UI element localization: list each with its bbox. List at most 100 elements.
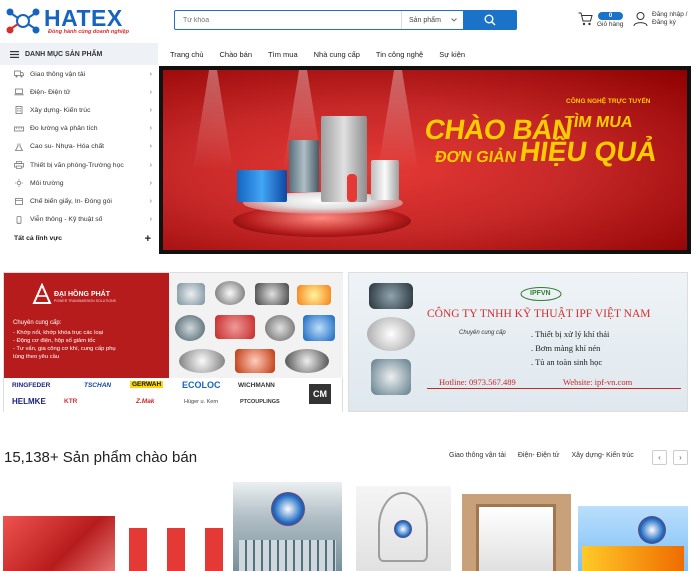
sidebar-item-label: Chế biến giấy, In- Đóng gói xyxy=(30,197,112,205)
nav-tech-news[interactable]: Tin công nghệ xyxy=(376,50,423,59)
coupling-image xyxy=(179,349,225,373)
product-image xyxy=(117,528,228,571)
products-tab-electronics[interactable]: Điện- Điện tử xyxy=(518,452,560,459)
chevron-right-icon: › xyxy=(149,179,152,187)
chevron-down-icon xyxy=(451,18,457,22)
product-image xyxy=(394,520,412,538)
brand-logo: KTR xyxy=(64,398,78,405)
spotlight-decoration xyxy=(193,70,233,170)
hero-headline-2b: HIỆU QUẢ xyxy=(517,136,660,167)
product-card[interactable] xyxy=(578,506,688,571)
ipf-logo-text: IPFVN xyxy=(530,290,551,297)
logo-text: HATEX xyxy=(44,5,123,31)
ad-banner-dai-hong-phat[interactable]: ĐẠI HỒNG PHÁT POWER TRANSMISSION SOLUTIO… xyxy=(3,272,343,412)
product-card[interactable] xyxy=(462,494,571,571)
sidebar-item-printing[interactable]: Chế biến giấy, In- Đóng gói › xyxy=(0,192,158,210)
coupling-image xyxy=(235,349,275,373)
products-next-button[interactable]: › xyxy=(673,450,688,465)
product-image xyxy=(582,546,684,571)
sidebar-item-construction[interactable]: Xây dựng- Kiến trúc › xyxy=(0,101,158,119)
brand-logo: PTCOUPLINGS xyxy=(240,399,280,405)
category-sidebar: Giao thông vận tải › Điện- Điện tử › Xây… xyxy=(0,65,158,250)
hero-banner[interactable]: CÔNG NGHỆ TRỰC TUYẾN CHÀO BÁN TÌM MUA ĐƠ… xyxy=(159,66,691,254)
products-tab-construction[interactable]: Xây dựng- Kiến trúc xyxy=(571,452,633,459)
nav-sell[interactable]: Chào bán xyxy=(220,50,253,59)
sun-icon xyxy=(15,179,23,188)
ruler-icon xyxy=(14,126,24,132)
search-category-select[interactable]: Sản phẩm xyxy=(401,11,463,29)
sidebar-item-label: Giao thông vận tải xyxy=(30,70,86,78)
header: HATEX Đồng hành cùng doanh nghiệp Sản ph… xyxy=(0,0,698,42)
ipf-logo: IPFVN xyxy=(520,287,562,301)
search-input[interactable] xyxy=(175,11,401,29)
sidebar-item-electronics[interactable]: Điện- Điện tử › xyxy=(0,83,158,101)
search-bar: Sản phẩm xyxy=(174,10,517,30)
product-image xyxy=(638,516,666,544)
product-card[interactable] xyxy=(356,486,451,571)
category-menu-label: DANH MỤC SẢN PHẨM xyxy=(25,50,103,58)
menu-icon xyxy=(10,50,19,58)
sidebar-all-categories[interactable]: Tất cả lĩnh vực + xyxy=(0,229,158,249)
sidebar-item-office[interactable]: Thiết bị văn phòng-Trường học › xyxy=(0,156,158,174)
category-menu-toggle[interactable]: DANH MỤC SẢN PHẨM xyxy=(0,43,158,65)
truck-icon xyxy=(14,70,24,78)
machine-image xyxy=(371,160,399,200)
ad-item: . Thiết bị xử lý khí thải xyxy=(531,329,610,339)
brand-logo: Z.Mak xyxy=(136,398,155,405)
nav-suppliers[interactable]: Nhà cung cấp xyxy=(314,50,360,59)
hero-tagline: CÔNG NGHỆ TRỰC TUYẾN xyxy=(566,98,651,105)
register-link[interactable]: Đăng ký xyxy=(652,19,687,27)
coupling-image xyxy=(177,283,205,305)
ad-bullet: tùng theo yêu cầu xyxy=(13,354,60,360)
pump-image xyxy=(367,317,415,351)
search-category-label: Sản phẩm xyxy=(409,16,441,24)
search-button[interactable] xyxy=(463,11,516,29)
brand-logo: HELMKE xyxy=(12,397,46,406)
logo[interactable]: HATEX Đồng hành cùng doanh nghiệp xyxy=(2,2,132,38)
products-section-title: 15,138+ Sản phẩm chào bán xyxy=(4,449,198,466)
nav-home[interactable]: Trang chủ xyxy=(170,50,204,59)
product-card[interactable] xyxy=(233,482,342,571)
chevron-right-icon: › xyxy=(149,216,152,224)
sidebar-item-telecom[interactable]: Viễn thông - Kỹ thuật số › xyxy=(0,211,158,229)
brand-logo: TSCHAN xyxy=(84,382,112,389)
all-categories-label: Tất cả lĩnh vực xyxy=(14,235,62,243)
coupling-image xyxy=(255,283,289,305)
hero-headline-2: ĐƠN GIẢN xyxy=(433,149,518,166)
brand-logo: RINGFEDER xyxy=(12,382,51,389)
ad-provide-label: Chuyên cung cấp: xyxy=(13,320,62,326)
pump-image xyxy=(371,359,411,395)
sidebar-item-transport[interactable]: Giao thông vận tải › xyxy=(0,65,158,83)
products-prev-button[interactable]: ‹ xyxy=(652,450,667,465)
box-icon xyxy=(15,198,23,206)
sidebar-item-chemicals[interactable]: Cao su- Nhựa- Hóa chất › xyxy=(0,138,158,156)
sidebar-item-label: Viễn thông - Kỹ thuật số xyxy=(30,216,103,224)
product-image xyxy=(239,540,336,571)
coupling-image xyxy=(285,349,329,373)
coupling-image xyxy=(265,315,295,341)
printer-icon xyxy=(14,161,24,169)
account-button[interactable]: Đăng nhập / Đăng ký xyxy=(633,10,697,30)
products-tab-transport[interactable]: Giao thông vận tải xyxy=(449,452,506,459)
nav-events[interactable]: Sự kiện xyxy=(439,50,465,59)
hero-headline-1b: TÌM MUA xyxy=(562,114,634,131)
login-link[interactable]: Đăng nhập / xyxy=(652,11,687,19)
product-image xyxy=(476,504,556,571)
nav-buy[interactable]: Tìm mua xyxy=(268,50,298,59)
product-image xyxy=(3,516,115,571)
sidebar-item-measurement[interactable]: Đo lường và phân tích › xyxy=(0,120,158,138)
sidebar-item-environment[interactable]: Môi trường › xyxy=(0,174,158,192)
chevron-right-icon: › xyxy=(149,106,152,114)
cart-icon xyxy=(578,12,593,26)
machine-image xyxy=(289,140,319,192)
hero-banner-image: CÔNG NGHỆ TRỰC TUYẾN CHÀO BÁN TÌM MUA ĐƠ… xyxy=(163,70,687,250)
phone-icon xyxy=(16,215,22,224)
machine-image xyxy=(347,174,357,202)
logo-mark-icon xyxy=(6,8,40,34)
product-card[interactable] xyxy=(3,482,228,571)
spotlight-decoration xyxy=(378,70,418,170)
sidebar-item-label: Điện- Điện tử xyxy=(30,88,71,96)
coupling-image xyxy=(297,285,331,305)
ad-banner-ipf-vietnam[interactable]: IPFVN CÔNG TY TNHH KỸ THUẬT IPF VIỆT NAM… xyxy=(348,272,688,412)
cart-button[interactable]: 0 Giỏ hàng xyxy=(578,10,626,30)
